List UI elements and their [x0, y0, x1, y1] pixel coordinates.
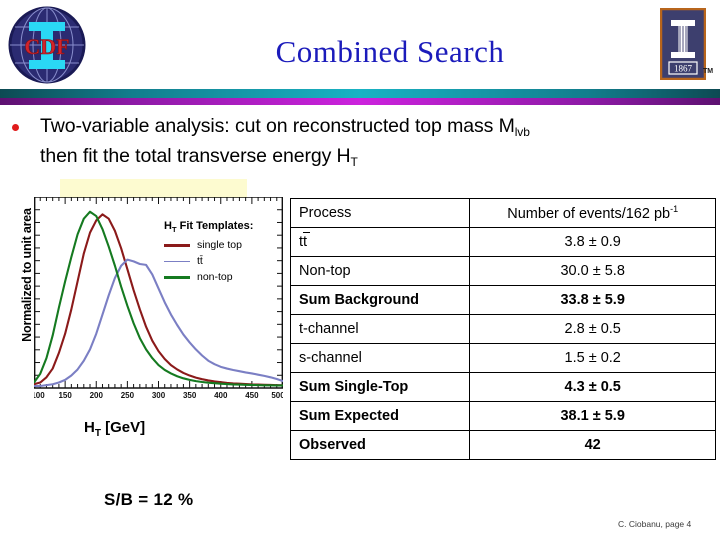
table-cell-value: 42 — [469, 430, 716, 460]
x-axis-tick-label: 100 — [34, 391, 45, 400]
divider-bar-purple — [0, 98, 720, 105]
x-axis-tick-label: 250 — [121, 391, 135, 400]
legend-title: HT Fit Templates: — [164, 220, 253, 234]
table-header-events: Number of events/162 pb-1 — [469, 198, 716, 228]
table-header-process: Process — [289, 198, 471, 228]
table-cell-value: 3.8 ± 0.9 — [469, 227, 716, 257]
bullet-marker-icon — [12, 124, 19, 131]
table-row: Sum Expected 38.1 ± 5.9 — [289, 401, 716, 431]
svg-text:CDF: CDF — [24, 34, 69, 59]
signal-over-background-text: S/B = 12 % — [104, 490, 194, 509]
table-cell-process: tt — [289, 227, 471, 257]
x-axis-label: HT [GeV] — [84, 419, 145, 439]
legend-swatch — [164, 243, 190, 247]
table-row: Sum Single-Top 4.3 ± 0.5 — [289, 372, 716, 402]
x-axis-tick-label: 450 — [245, 391, 259, 400]
table-cell-process: Sum Expected — [289, 401, 471, 431]
bullet-line1-subscript: lvb — [514, 125, 530, 139]
bullet-line2-text: then fit the total transverse energy H — [40, 145, 351, 167]
table-cell-process: Non-top — [289, 256, 471, 286]
table-cell-value: 2.8 ± 0.5 — [469, 314, 716, 344]
page-title: Combined Search — [275, 34, 505, 69]
uiuc-year-label: 1867 — [674, 64, 693, 74]
table-header-events-text: Number of events/162 pb — [507, 205, 671, 222]
x-axis-tick-label: 200 — [90, 391, 104, 400]
table-row: Non-top 30.0 ± 5.8 — [289, 256, 716, 286]
table-cell-process: s-channel — [289, 343, 471, 373]
table-header-events-exponent: -1 — [670, 204, 679, 215]
ttbar-symbol: tt — [299, 232, 311, 250]
table-cell-value: 38.1 ± 5.9 — [469, 401, 716, 431]
legend-label: single top — [197, 239, 242, 252]
table-cell-value: 1.5 ± 0.2 — [469, 343, 716, 373]
slide: CDF 1867 TM Combined Search Two-variable… — [0, 0, 720, 540]
event-counts-table: Process Number of events/162 pb-1 tt 3.8 … — [289, 198, 716, 460]
y-axis-label: Normalized to unit area — [20, 208, 34, 342]
divider-bar-teal — [0, 89, 720, 98]
bullet-text: Two-variable analysis: cut on reconstruc… — [40, 112, 708, 172]
table-cell-value: 33.8 ± 5.9 — [469, 285, 716, 315]
x-axis-tick-label: 500 — [271, 391, 283, 400]
university-of-illinois-logo: 1867 — [660, 8, 706, 80]
table-header-row: Process Number of events/162 pb-1 — [289, 198, 716, 228]
table-cell-process: t-channel — [289, 314, 471, 344]
table-cell-process: Observed — [289, 430, 471, 460]
x-axis-label-unit: [GeV] — [100, 419, 146, 436]
legend-item: non-top — [164, 271, 253, 283]
x-axis-tick-label: 300 — [152, 391, 166, 400]
x-axis-tick-label: 150 — [58, 391, 72, 400]
x-axis-tick-label: 350 — [183, 391, 197, 400]
legend-item: single top — [164, 239, 253, 251]
x-axis-tick-label: 400 — [214, 391, 228, 400]
table-cell-value: 4.3 ± 0.5 — [469, 372, 716, 402]
table-cell-process: Sum Single-Top — [289, 372, 471, 402]
table-row: tt 3.8 ± 0.9 — [289, 227, 716, 257]
table-cell-value: 30.0 ± 5.8 — [469, 256, 716, 286]
x-axis-tick-labels: 100 150 200 250 300 350 400 450 500 — [34, 391, 283, 400]
legend-label: non-top — [197, 271, 233, 284]
cdf-run2-logo: CDF — [8, 6, 86, 84]
legend-title-main: H — [164, 220, 172, 232]
table-row: s-channel 1.5 ± 0.2 — [289, 343, 716, 373]
legend-item: tt̄ — [164, 255, 253, 267]
bullet-block: Two-variable analysis: cut on reconstruc… — [8, 112, 708, 172]
legend-swatch — [164, 260, 190, 262]
slide-footer: C. Ciobanu, page 4 — [618, 519, 692, 529]
table-row: t-channel 2.8 ± 0.5 — [289, 314, 716, 344]
table-row: Observed 42 — [289, 430, 716, 460]
table-cell-process: Sum Background — [289, 285, 471, 315]
legend-swatch — [164, 275, 190, 279]
bullet-line2-subscript: T — [350, 155, 358, 169]
ht-template-plot: Normalized to unit area 100 150 200 250 300 3… — [4, 176, 286, 509]
legend-label: tt̄ — [197, 255, 203, 268]
legend-title-rest: Fit Templates: — [176, 220, 254, 232]
table-row: Sum Background 33.8 ± 5.9 — [289, 285, 716, 315]
bullet-line1-text: Two-variable analysis: cut on reconstruc… — [40, 115, 515, 137]
plot-legend: HT Fit Templates: single top tt̄ non-top — [164, 220, 253, 287]
x-axis-label-main: H — [84, 419, 95, 436]
trademark-label: TM — [703, 68, 714, 75]
highlight-rectangle — [60, 179, 247, 198]
